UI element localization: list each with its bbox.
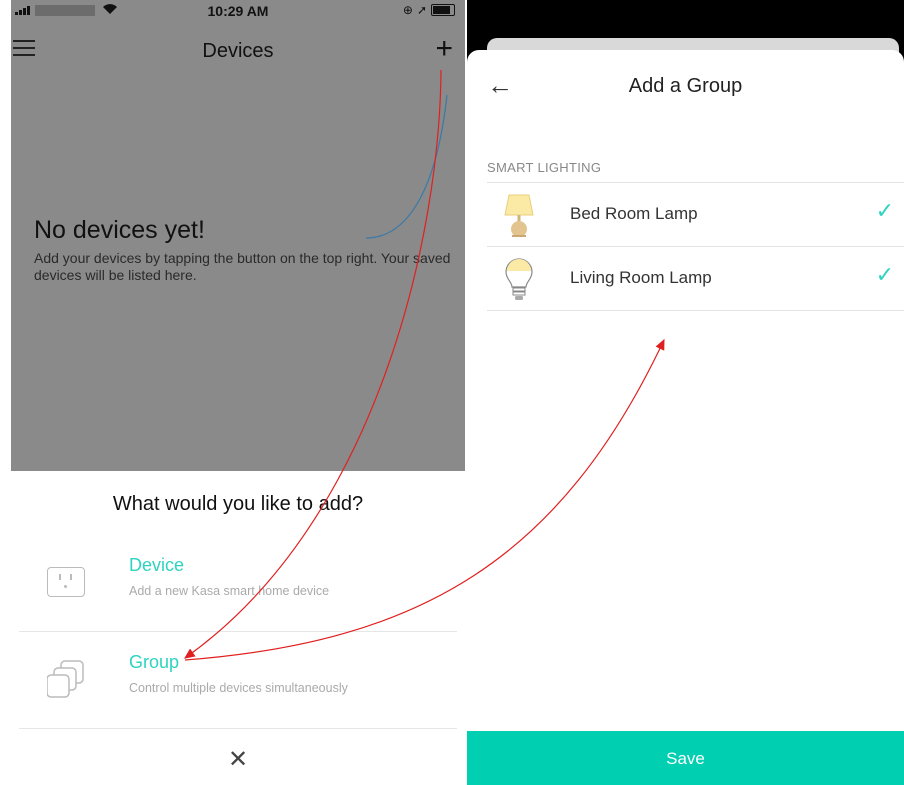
save-button[interactable]: Save bbox=[467, 731, 904, 785]
add-sheet: What would you like to add? Device Add a… bbox=[11, 471, 465, 785]
option-label: Device bbox=[129, 555, 185, 575]
option-description: Add a new Kasa smart home device bbox=[129, 584, 330, 598]
devices-screen: 10:29 AM ⊕ ➚ Devices + No devices yet! A… bbox=[11, 0, 465, 785]
plus-icon[interactable]: + bbox=[435, 34, 453, 64]
status-right-icons: ⊕ ➚ bbox=[403, 3, 455, 17]
page-title: Devices bbox=[202, 40, 274, 62]
add-group-screen: ← Add a Group SMART LIGHTING Bed Room La… bbox=[467, 0, 904, 785]
add-device-option[interactable]: Device Add a new Kasa smart home device bbox=[19, 535, 457, 632]
section-header: SMART LIGHTING bbox=[487, 160, 602, 175]
divider bbox=[487, 310, 904, 311]
battery-icon bbox=[431, 4, 455, 16]
sheet-title: What would you like to add? bbox=[112, 493, 364, 515]
device-row-living-room-lamp[interactable]: Living Room Lamp ✓ bbox=[487, 247, 904, 310]
table-lamp-icon bbox=[497, 193, 541, 242]
rotation-lock-icon: ⊕ bbox=[402, 3, 413, 17]
dimmed-background: 10:29 AM ⊕ ➚ Devices + No devices yet! A… bbox=[11, 0, 465, 471]
option-label: Group bbox=[129, 652, 180, 672]
outlet-icon bbox=[47, 567, 85, 597]
nav-bar: Devices + bbox=[11, 22, 465, 72]
add-group-card: ← Add a Group SMART LIGHTING Bed Room La… bbox=[467, 50, 904, 785]
checkmark-icon[interactable]: ✓ bbox=[876, 262, 894, 288]
status-bar: 10:29 AM ⊕ ➚ bbox=[11, 0, 465, 22]
device-row-bed-room-lamp[interactable]: Bed Room Lamp ✓ bbox=[487, 183, 904, 246]
device-name: Living Room Lamp bbox=[570, 268, 712, 287]
stacked-squares-icon bbox=[46, 660, 91, 705]
page-title: Add a Group bbox=[628, 75, 743, 97]
empty-state-description: Add your devices by tapping the button o… bbox=[34, 250, 451, 283]
device-name: Bed Room Lamp bbox=[570, 204, 698, 223]
empty-state-title: No devices yet! bbox=[34, 216, 205, 244]
option-description: Control multiple devices simultaneously bbox=[129, 681, 348, 695]
status-time: 10:29 AM bbox=[207, 3, 269, 19]
add-group-option[interactable]: Group Control multiple devices simultane… bbox=[19, 632, 457, 729]
location-icon: ➚ bbox=[416, 3, 427, 17]
save-label: Save bbox=[666, 749, 705, 768]
checkmark-icon[interactable]: ✓ bbox=[876, 198, 894, 224]
close-icon[interactable]: ✕ bbox=[11, 745, 465, 774]
light-bulb-icon bbox=[497, 257, 541, 310]
